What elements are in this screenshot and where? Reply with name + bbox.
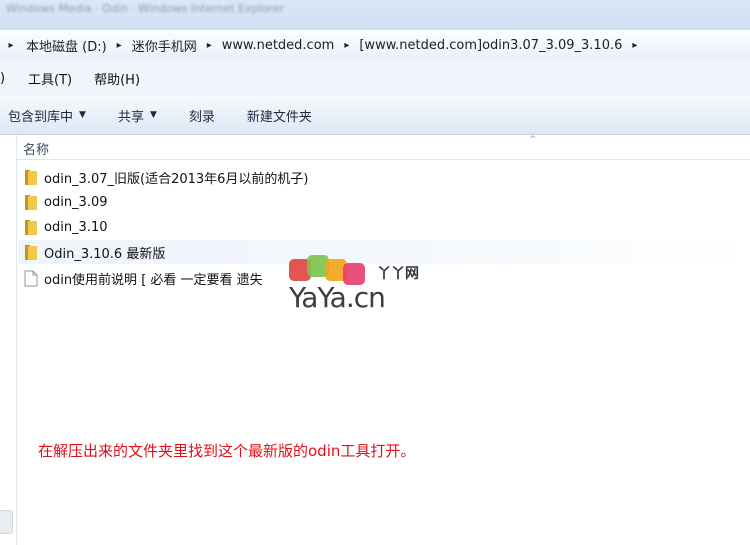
command-bar: 包含到库中 ▼ 共享 ▼ 刻录 新建文件夹: [0, 96, 750, 135]
navigation-pane[interactable]: [0, 135, 17, 545]
breadcrumb-folder-mini[interactable]: 迷你手机网: [128, 36, 201, 55]
window-title: Windows Media · Odin · Windows Internet …: [6, 2, 284, 15]
column-header: 名称 ^: [17, 135, 750, 160]
breadcrumb-folder-netded[interactable]: www.netded.com: [218, 38, 339, 53]
folder-icon: [25, 169, 37, 185]
address-bar[interactable]: ▸ 本地磁盘 (D:) ▸ 迷你手机网 ▸ www.netded.com ▸ […: [0, 30, 750, 61]
file-name: Odin_3.10.6 最新版: [44, 246, 166, 262]
column-name-header[interactable]: 名称: [23, 139, 49, 158]
file-row-readme[interactable]: odin使用前说明 [ 必看 一定要看 遗失: [24, 267, 263, 289]
menu-help[interactable]: 帮助(H): [86, 69, 148, 88]
breadcrumb-separator-icon[interactable]: ▸: [201, 40, 218, 51]
share-button[interactable]: 共享 ▼: [109, 106, 166, 125]
file-name: odin使用前说明 [ 必看 一定要看 遗失: [44, 272, 263, 288]
yaya-watermark-logo: 丫丫网 YaYa.cn: [285, 255, 435, 315]
breadcrumb-folder-odin[interactable]: [www.netded.com]odin3.07_3.09_3.10.6: [355, 38, 626, 53]
burn-button[interactable]: 刻录: [180, 106, 224, 125]
breadcrumb-separator-icon[interactable]: ▸: [338, 40, 355, 51]
text-document-icon: [24, 270, 38, 286]
file-name: odin_3.09: [44, 194, 108, 210]
menu-bar: ) 工具(T) 帮助(H): [0, 60, 750, 96]
file-row-odin-3-09[interactable]: odin_3.09: [24, 191, 108, 213]
breadcrumb-start-arrow-icon[interactable]: ▸: [0, 40, 22, 51]
folder-icon: [25, 219, 37, 235]
dropdown-arrow-icon: ▼: [79, 110, 86, 120]
breadcrumb-separator-icon[interactable]: ▸: [626, 40, 643, 51]
watermark-brand: YaYa.cn: [289, 281, 386, 314]
tutorial-annotation: 在解压出来的文件夹里找到这个最新版的odin工具打开。: [38, 442, 416, 460]
file-row-odin-3-10[interactable]: odin_3.10: [24, 216, 108, 238]
scrollbar-handle[interactable]: [0, 510, 13, 534]
new-folder-button[interactable]: 新建文件夹: [238, 106, 321, 125]
menu-item-cutoff[interactable]: ): [0, 71, 20, 86]
menu-tools[interactable]: 工具(T): [20, 69, 80, 88]
sort-caret-icon: ^: [529, 135, 537, 145]
folder-icon: [25, 194, 37, 210]
dropdown-arrow-icon: ▼: [149, 110, 157, 120]
share-label: 共享: [117, 109, 144, 125]
window-titlebar: Windows Media · Odin · Windows Internet …: [0, 0, 750, 30]
include-in-library-label: 包含到库中: [8, 109, 74, 125]
folder-icon: [25, 244, 37, 260]
file-name: odin_3.10: [44, 219, 108, 235]
breadcrumb-drive[interactable]: 本地磁盘 (D:): [22, 36, 111, 55]
file-name: odin_3.07_旧版(适合2013年6月以前的机子): [44, 171, 309, 187]
breadcrumb-separator-icon[interactable]: ▸: [111, 40, 128, 51]
include-in-library-button[interactable]: 包含到库中 ▼: [0, 106, 95, 125]
file-row-odin-3-07[interactable]: odin_3.07_旧版(适合2013年6月以前的机子): [24, 166, 309, 188]
watermark-suffix: 丫丫网: [377, 266, 419, 282]
